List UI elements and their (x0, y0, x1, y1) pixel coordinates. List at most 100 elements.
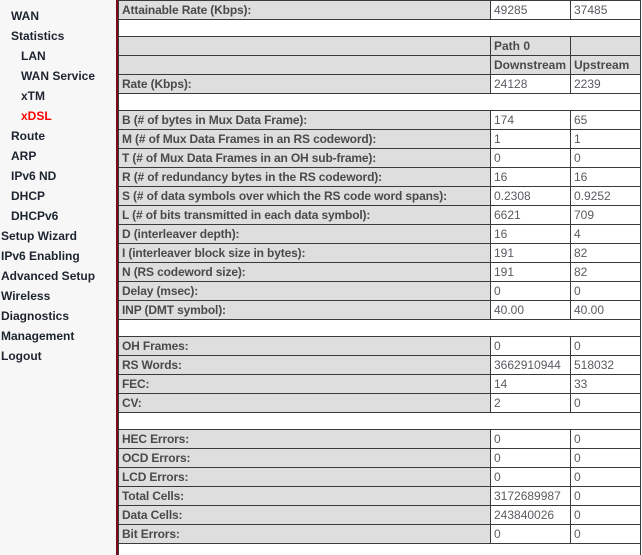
upstream-value: 40.00 (570, 300, 641, 320)
downstream-value: 191 (490, 243, 571, 263)
upstream-value: 0 (570, 336, 641, 356)
row-label: RS Words: (118, 355, 491, 375)
downstream-header: Downstream (490, 55, 571, 75)
sidebar-item-wan[interactable]: WAN (0, 6, 116, 26)
downstream-value: 14 (490, 374, 571, 394)
spacer-cell (118, 412, 641, 430)
upstream-value: 65 (570, 110, 641, 130)
sidebar-item-logout[interactable]: Logout (0, 346, 116, 366)
upstream-value: 0 (570, 505, 641, 525)
downstream-value: 243840026 (490, 505, 571, 525)
sidebar-item-wireless[interactable]: Wireless (0, 286, 116, 306)
sidebar-scroll-clipped-item (0, 0, 116, 6)
upstream-value: 0 (570, 486, 641, 506)
sidebar-item-lan[interactable]: LAN (0, 46, 116, 66)
row-label: I (interleaver block size in bytes): (118, 243, 491, 263)
statistics-table-body: Attainable Rate (Kbps): 49285 37485 Path 0D… (118, 0, 641, 555)
table-row: L (# of bits transmitted in each data sy… (118, 205, 641, 225)
upstream-value: 2239 (570, 74, 641, 94)
table-row: Delay (msec): 0 0 (118, 281, 641, 301)
row-label: T (# of Mux Data Frames in an OH sub-fra… (118, 148, 491, 168)
xdsl-statistics-table: Attainable Rate (Kbps): 49285 37485 Path 0D… (118, 0, 641, 555)
row-label: L (# of bits transmitted in each data sy… (118, 205, 491, 225)
path-header-blank (118, 36, 491, 56)
sidebar-item-diagnostics[interactable]: Diagnostics (0, 306, 116, 326)
downstream-value: 0 (490, 429, 571, 449)
sidebar-item-advanced-setup[interactable]: Advanced Setup (0, 266, 116, 286)
upstream-header: Upstream (570, 55, 641, 75)
row-label: D (interleaver depth): (118, 224, 491, 244)
row-label: N (RS codeword size): (118, 262, 491, 282)
table-row: FEC: 14 33 (118, 374, 641, 394)
upstream-value: 4 (570, 224, 641, 244)
main-navigation-sidebar: WAN Statistics LAN WAN Service xTM xDSL Route A… (0, 0, 118, 555)
upstream-value: 1 (570, 129, 641, 149)
spacer-cell (118, 19, 641, 37)
sidebar-item-xdsl[interactable]: xDSL (0, 106, 116, 126)
row-label: Total Cells: (118, 486, 491, 506)
table-row: CV: 2 0 (118, 393, 641, 413)
sidebar-item-arp[interactable]: ARP (0, 146, 116, 166)
downstream-value: 0 (490, 448, 571, 468)
sidebar-item-route[interactable]: Route (0, 126, 116, 146)
sidebar-item-xtm[interactable]: xTM (0, 86, 116, 106)
table-row: T (# of Mux Data Frames in an OH sub-fra… (118, 148, 641, 168)
sidebar-item-setup-wizard[interactable]: Setup Wizard (0, 226, 116, 246)
row-label: OH Frames: (118, 336, 491, 356)
table-row: R (# of redundancy bytes in the RS codew… (118, 167, 641, 187)
upstream-value: 82 (570, 262, 641, 282)
row-label: CV: (118, 393, 491, 413)
row-label: Bit Errors: (118, 524, 491, 544)
upstream-value: 33 (570, 374, 641, 394)
downstream-value: 1 (490, 129, 571, 149)
downstream-value: 0.2308 (490, 186, 571, 206)
upstream-value: 0.9252 (570, 186, 641, 206)
row-attainable-rate: Attainable Rate (Kbps): 49285 37485 (118, 0, 641, 20)
table-row: Total Cells: 3172689987 0 (118, 486, 641, 506)
path-header-blank-2 (570, 36, 641, 56)
table-row: Bit Errors: 0 0 (118, 524, 641, 544)
table-row: Data Cells: 243840026 0 (118, 505, 641, 525)
sidebar-item-management[interactable]: Management (0, 326, 116, 346)
table-row: B (# of bytes in Mux Data Frame): 174 65 (118, 110, 641, 130)
upstream-value: 0 (570, 281, 641, 301)
page-root: WAN Statistics LAN WAN Service xTM xDSL Route A… (0, 0, 642, 555)
downstream-value: 191 (490, 262, 571, 282)
row-label: FEC: (118, 374, 491, 394)
path-label: Path 0 (490, 36, 571, 56)
row-label: Delay (msec): (118, 281, 491, 301)
upstream-value: 0 (570, 148, 641, 168)
row-path-header: Path 0 (118, 36, 641, 56)
row-direction-header: Downstream Upstream (118, 55, 641, 75)
spacer-row-2 (118, 93, 641, 111)
downstream-value: 0 (490, 281, 571, 301)
downstream-value: 0 (490, 524, 571, 544)
spacer-cell (118, 543, 641, 555)
spacer-row-4 (118, 412, 641, 430)
downstream-value: 16 (490, 167, 571, 187)
upstream-value: 0 (570, 448, 641, 468)
spacer-row-1 (118, 19, 641, 37)
table-row: N (RS codeword size): 191 82 (118, 262, 641, 282)
sidebar-item-wan-service[interactable]: WAN Service (0, 66, 116, 86)
table-row: M (# of Mux Data Frames in an RS codewor… (118, 129, 641, 149)
downstream-value: 16 (490, 224, 571, 244)
row-label: M (# of Mux Data Frames in an RS codewor… (118, 129, 491, 149)
downstream-value: 174 (490, 110, 571, 130)
sidebar-item-dhcpv6[interactable]: DHCPv6 (0, 206, 116, 226)
upstream-value: 0 (570, 524, 641, 544)
sidebar-item-dhcp[interactable]: DHCP (0, 186, 116, 206)
downstream-value: 0 (490, 336, 571, 356)
table-row: I (interleaver block size in bytes): 191 8… (118, 243, 641, 263)
upstream-value: 0 (570, 429, 641, 449)
sidebar-item-statistics[interactable]: Statistics (0, 26, 116, 46)
downstream-value: 40.00 (490, 300, 571, 320)
table-row: HEC Errors: 0 0 (118, 429, 641, 449)
row-label: OCD Errors: (118, 448, 491, 468)
xdsl-statistics-content: Attainable Rate (Kbps): 49285 37485 Path 0D… (118, 0, 642, 555)
sidebar-item-list: WAN Statistics LAN WAN Service xTM xDSL Route A… (0, 6, 116, 366)
table-row: OH Frames: 0 0 (118, 336, 641, 356)
upstream-value: 16 (570, 167, 641, 187)
sidebar-item-ipv6-nd[interactable]: IPv6 ND (0, 166, 116, 186)
sidebar-item-ipv6-enabling[interactable]: IPv6 Enabling (0, 246, 116, 266)
